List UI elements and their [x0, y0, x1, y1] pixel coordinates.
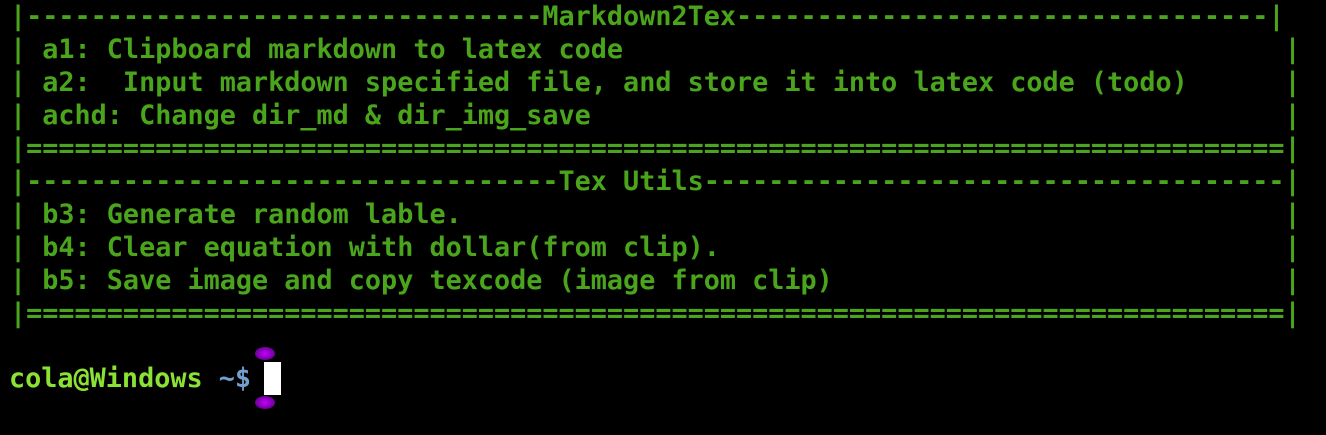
prompt-user-host: cola@Windows — [9, 363, 203, 394]
menu-item-a2: | a2: Input markdown specified file, and… — [10, 67, 1301, 98]
shell-prompt[interactable]: cola@Windows ~$ — [9, 362, 267, 395]
text-ibeam-cursor-icon — [255, 396, 275, 409]
menu-item-b3: | b3: Generate random lable. | — [10, 199, 1301, 230]
menu-border-tex-utils-header: |---------------------------------Tex Ut… — [10, 166, 1301, 197]
menu-border-separator: |=======================================… — [10, 133, 1301, 164]
menu-border-markdown2tex-header: |--------------------------------Markdow… — [10, 1, 1285, 32]
text-ibeam-cursor-icon — [255, 347, 275, 360]
terminal-cursor[interactable] — [264, 362, 281, 395]
terminal-window[interactable]: |--------------------------------Markdow… — [0, 0, 1326, 435]
prompt-path: ~$ — [202, 363, 268, 394]
menu-border-footer: |=======================================… — [10, 298, 1301, 329]
menu-item-a1: | a1: Clipboard markdown to latex code | — [10, 34, 1301, 65]
menu-item-b5: | b5: Save image and copy texcode (image… — [10, 265, 1301, 296]
menu-item-b4: | b4: Clear equation with dollar(from cl… — [10, 232, 1301, 263]
menu-item-achd: | achd: Change dir_md & dir_img_save | — [10, 100, 1301, 131]
